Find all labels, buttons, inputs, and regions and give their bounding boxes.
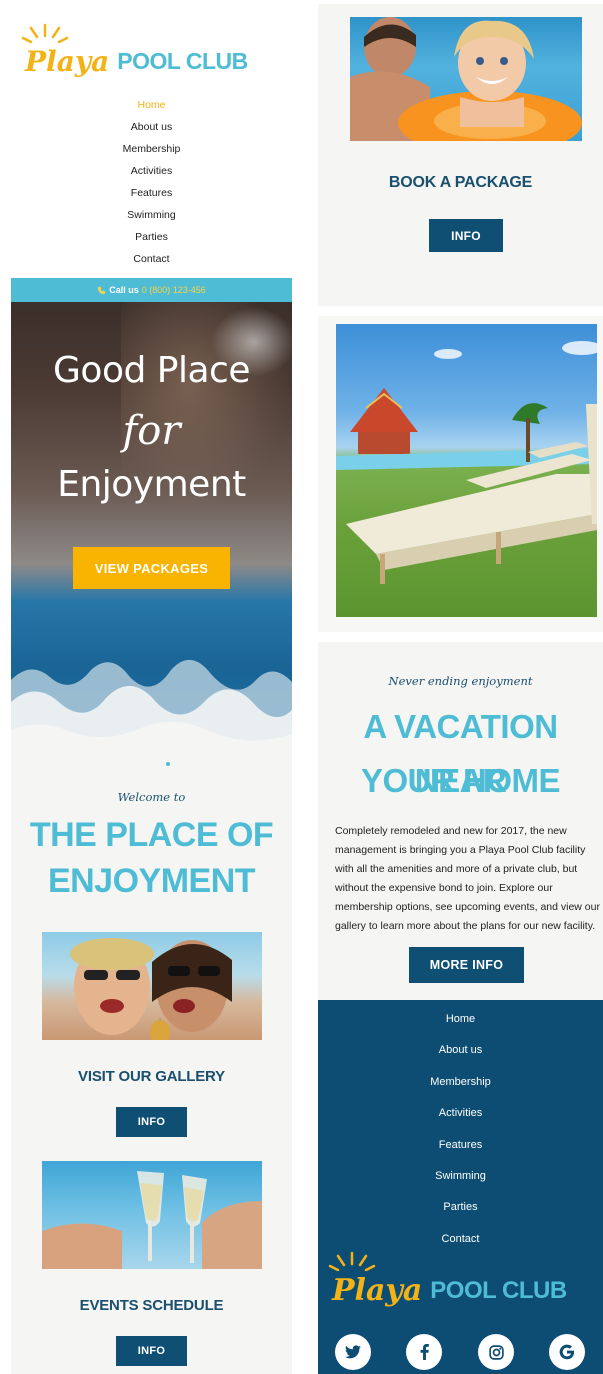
logo-word-pool-club: POOL CLUB (117, 48, 248, 74)
gallery-info-button[interactable]: INFO (116, 1107, 187, 1137)
twitter-icon[interactable] (335, 1334, 371, 1370)
nav-item-contact[interactable]: Contact (11, 248, 292, 270)
phone-number[interactable]: 0 (800) 123-456 (142, 285, 206, 295)
footer-logo[interactable]: Playa POOL CLUB (328, 1251, 567, 1308)
footer-logo-word-pool-club: POOL CLUB (430, 1277, 567, 1304)
site-footer: Home About us Membership Activities Feat… (318, 1000, 603, 1374)
package-card: BOOK A PACKAGE INFO (318, 4, 603, 306)
footer-nav-about[interactable]: About us (318, 1035, 603, 1066)
footer-nav-swimming[interactable]: Swimming (318, 1161, 603, 1192)
decorative-dot (166, 762, 170, 766)
nav-item-features[interactable]: Features (11, 182, 292, 204)
footer-nav-parties[interactable]: Parties (318, 1192, 603, 1223)
view-packages-button[interactable]: VIEW PACKAGES (73, 547, 230, 589)
more-info-button[interactable]: MORE INFO (409, 947, 524, 983)
nav-item-home[interactable]: Home (11, 94, 292, 116)
welcome-section: Welcome to THE PLACE OF ENJOYMENT VISIT … (11, 762, 292, 1374)
resort-photo (336, 324, 597, 617)
vacation-paragraph: Completely remodeled and new for 2017, t… (335, 825, 600, 932)
vacation-script: Never ending enjoyment (388, 674, 533, 688)
right-column: BOOK A PACKAGE INFO Never ending enjoyme… (318, 0, 603, 1374)
footer-nav-membership[interactable]: Membership (318, 1067, 603, 1098)
events-info-button[interactable]: INFO (116, 1336, 187, 1366)
package-info-button[interactable]: INFO (429, 219, 503, 252)
footer-nav-activities[interactable]: Activities (318, 1098, 603, 1129)
google-icon[interactable] (549, 1334, 585, 1370)
footer-nav: Home About us Membership Activities Feat… (318, 1004, 603, 1255)
footer-nav-features[interactable]: Features (318, 1130, 603, 1161)
vacation-title-line2: YOUR HOME (360, 762, 561, 799)
resort-card (318, 316, 603, 632)
nav-item-activities[interactable]: Activities (11, 160, 292, 182)
footer-nav-home[interactable]: Home (318, 1004, 603, 1035)
site-header: Playa POOL CLUB Home About us Membership… (11, 0, 292, 278)
facebook-icon[interactable] (406, 1334, 442, 1370)
hero-title-line2: for (122, 408, 181, 454)
nav-item-swimming[interactable]: Swimming (11, 204, 292, 226)
nav-item-membership[interactable]: Membership (11, 138, 292, 160)
gallery-title: VISIT OUR GALLERY (78, 1068, 225, 1085)
site-logo[interactable]: Playa POOL CLUB (21, 23, 248, 78)
events-title: EVENTS SCHEDULE (79, 1297, 224, 1314)
hero-title-line1: Good Place (53, 350, 250, 391)
hero-title-line3: Enjoyment (57, 464, 246, 505)
hero-banner: Good Place for Enjoyment VIEW PACKAGES (11, 302, 292, 770)
vacation-card: Never ending enjoyment A VACATION NEAR Y… (318, 642, 603, 1000)
events-photo (42, 1161, 262, 1269)
call-label: Call us (109, 285, 139, 295)
package-title: BOOK A PACKAGE (388, 174, 533, 191)
instagram-icon[interactable] (478, 1334, 514, 1370)
gallery-photo (42, 932, 262, 1040)
nav-item-parties[interactable]: Parties (11, 226, 292, 248)
welcome-script: Welcome to (117, 790, 186, 804)
phone-icon (98, 286, 106, 294)
welcome-title-line1: THE PLACE OF (29, 816, 274, 854)
main-nav: Home About us Membership Activities Feat… (11, 94, 292, 270)
nav-item-about[interactable]: About us (11, 116, 292, 138)
sun-icon (328, 1251, 376, 1272)
paint-splash-divider (11, 659, 292, 770)
left-column: Playa POOL CLUB Home About us Membership… (11, 0, 292, 1374)
sun-icon (21, 23, 69, 44)
welcome-title-line2: ENJOYMENT (47, 862, 256, 900)
call-bar: Call us 0 (800) 123-456 (11, 278, 292, 302)
package-photo (350, 17, 582, 141)
